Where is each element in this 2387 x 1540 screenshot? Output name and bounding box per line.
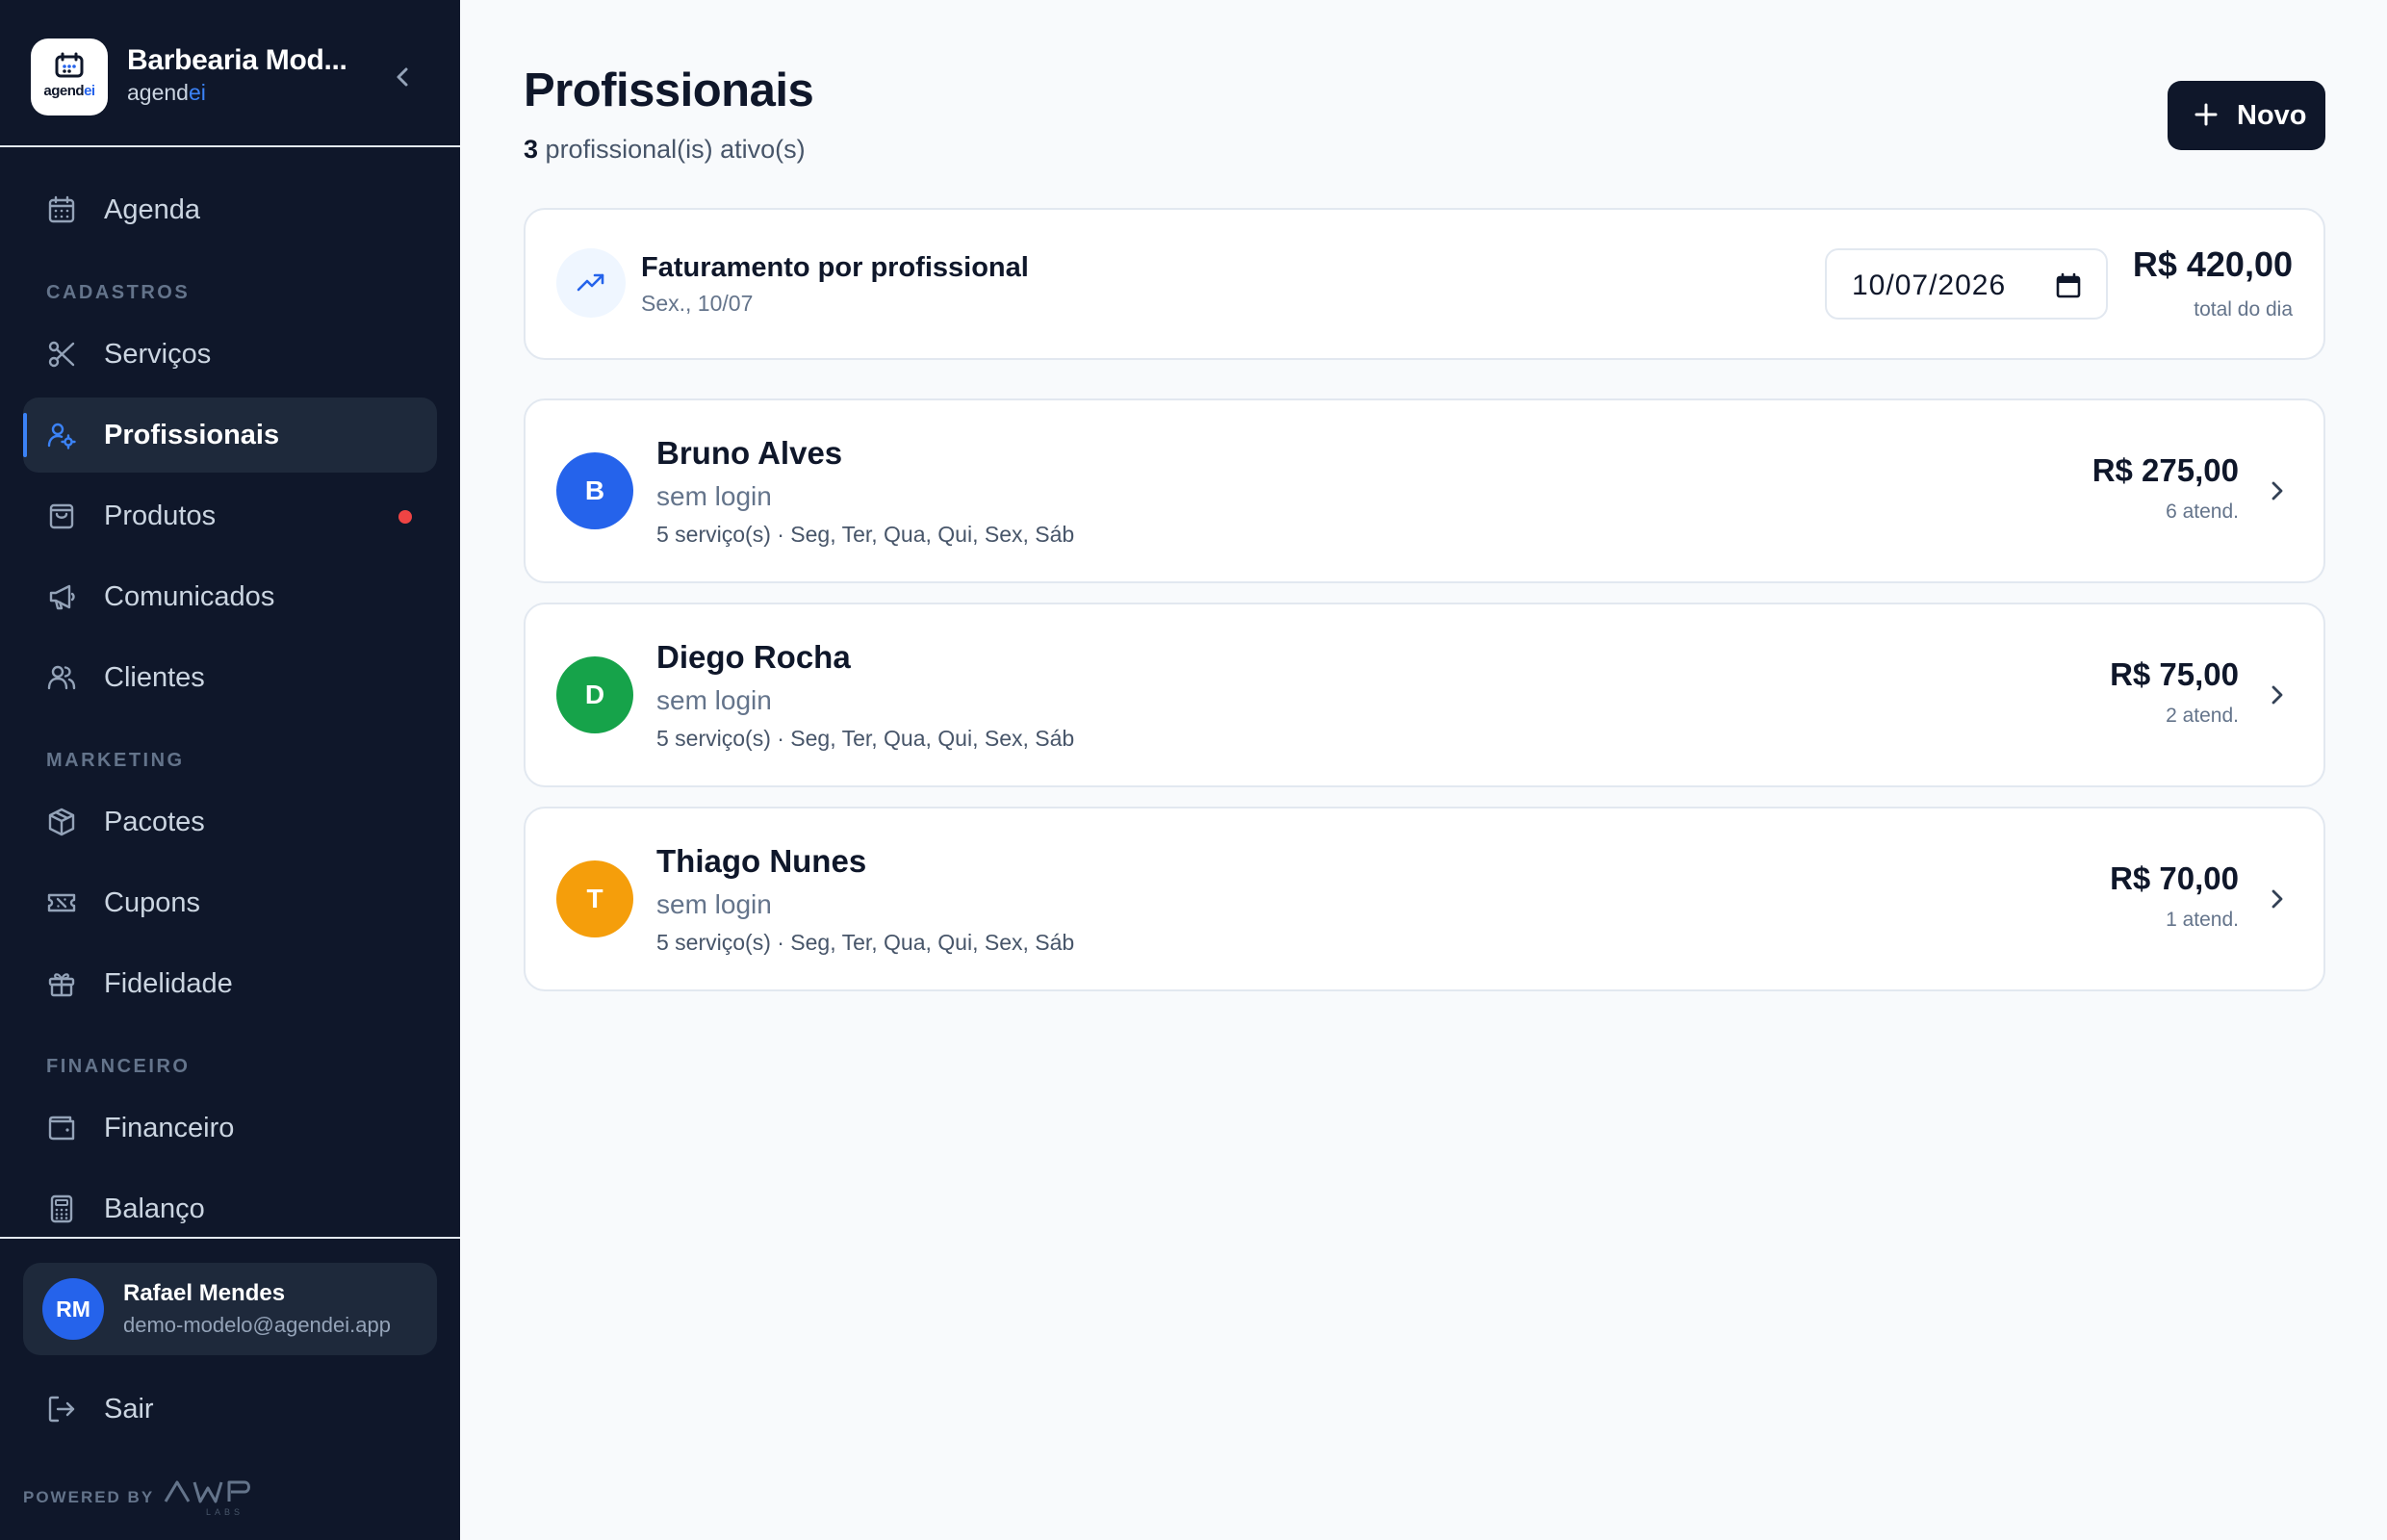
section-financeiro: FINANCEIRO — [46, 1056, 191, 1077]
page-title: Profissionais — [524, 64, 814, 116]
section-marketing: MARKETING — [46, 750, 185, 771]
shopping-bag-icon — [49, 503, 74, 529]
professional-revenue: R$ 75,00 — [2110, 656, 2239, 692]
revenue-total: R$ 420,00 — [2132, 244, 2293, 284]
gift-icon — [48, 973, 75, 997]
professional-card[interactable]: T Thiago Nunes sem login 5 serviço(s) · … — [524, 807, 2325, 991]
nav-item-financeiro[interactable]: Financeiro — [23, 1091, 437, 1166]
brand-subtitle: agendei — [127, 80, 206, 105]
nav-label: Pacotes — [104, 807, 205, 837]
package-icon — [48, 808, 75, 836]
professional-revenue: R$ 275,00 — [2092, 452, 2239, 488]
nav-label: Profissionais — [104, 420, 280, 450]
notification-dot — [398, 510, 412, 524]
plus-icon — [2194, 103, 2218, 126]
logout-button[interactable]: Sair — [23, 1373, 437, 1446]
nav-item-clientes[interactable]: Clientes — [23, 640, 437, 715]
professional-login-status: sem login — [656, 889, 772, 919]
nav-label: Balanço — [104, 1194, 205, 1224]
awp-labs-logo: LABS — [164, 1480, 250, 1517]
revenue-card: Faturamento por profissional Sex., 10/07… — [524, 208, 2325, 360]
page-subtitle: 3 profissional(is) ativo(s) — [524, 135, 806, 165]
calendar-picker-icon — [2056, 272, 2081, 298]
professional-appointments: 1 atend. — [2166, 909, 2239, 931]
nav-label: Comunicados — [104, 581, 275, 612]
avatar: RM — [42, 1278, 104, 1340]
nav-item-produtos[interactable]: Produtos — [23, 478, 437, 553]
revenue-title: Faturamento por profissional — [641, 252, 1029, 283]
calculator-icon — [50, 1194, 73, 1223]
professional-card[interactable]: B Bruno Alves sem login 5 serviço(s) · S… — [524, 398, 2325, 583]
nav-item-agenda[interactable]: Agenda — [23, 172, 437, 247]
user-cog-icon — [47, 423, 76, 449]
ticket-icon — [47, 893, 76, 912]
nav-item-balanco[interactable]: Balanço — [23, 1171, 437, 1246]
megaphone-icon — [49, 584, 75, 610]
professional-services-schedule: 5 serviço(s) · Seg, Ter, Qua, Qui, Sex, … — [656, 726, 1075, 751]
user-name: Rafael Mendes — [123, 1280, 286, 1306]
professional-name: Diego Rocha — [656, 639, 851, 675]
brand-logo: agendei — [31, 38, 108, 116]
nav-item-profissionais[interactable]: Profissionais — [23, 398, 437, 473]
nav-label: Agenda — [104, 194, 200, 225]
chevron-right-icon — [2272, 889, 2283, 909]
active-count: 3 — [524, 135, 539, 164]
nav-item-servicos[interactable]: Serviços — [23, 317, 437, 392]
sidebar-divider — [0, 1237, 460, 1239]
nav-label: Fidelidade — [104, 968, 233, 999]
professional-login-status: sem login — [656, 685, 772, 715]
section-cadastros: CADASTROS — [46, 282, 191, 303]
chevron-left-icon — [397, 67, 408, 87]
revenue-date-label: Sex., 10/07 — [641, 291, 754, 316]
date-value: 10/07/2026 — [1852, 270, 2007, 301]
calendar-icon — [48, 195, 75, 223]
nav-item-fidelidade[interactable]: Fidelidade — [23, 946, 437, 1021]
business-name: Barbearia Mod... — [127, 44, 347, 76]
active-count-label: profissional(is) ativo(s) — [545, 135, 806, 164]
sidebar: agendei Barbearia Mod... agendei Agenda … — [0, 0, 460, 1540]
avatar: T — [556, 860, 633, 937]
new-button-label: Novo — [2237, 100, 2307, 131]
professional-appointments: 6 atend. — [2166, 500, 2239, 523]
revenue-total-label: total do dia — [2194, 298, 2293, 321]
nav-item-comunicados[interactable]: Comunicados — [23, 559, 437, 634]
professional-services-schedule: 5 serviço(s) · Seg, Ter, Qua, Qui, Sex, … — [656, 930, 1075, 955]
nav-label: Produtos — [104, 500, 217, 531]
professional-login-status: sem login — [656, 481, 772, 511]
avatar: B — [556, 452, 633, 529]
user-profile-card[interactable]: RM Rafael Mendes demo-modelo@agendei.app — [23, 1263, 437, 1355]
log-out-icon — [48, 1396, 75, 1423]
users-icon — [47, 665, 76, 690]
nav-label: Cupons — [104, 887, 200, 918]
professional-appointments: 2 atend. — [2166, 705, 2239, 727]
scissors-icon — [48, 341, 75, 368]
wallet-icon — [48, 1116, 75, 1141]
nav-label: Serviços — [104, 339, 212, 370]
new-professional-button[interactable]: Novo — [2168, 81, 2325, 150]
professional-name: Thiago Nunes — [656, 843, 867, 879]
trending-up-icon — [577, 273, 604, 292]
nav-item-cupons[interactable]: Cupons — [23, 865, 437, 940]
professional-name: Bruno Alves — [656, 435, 843, 471]
nav-label: Financeiro — [104, 1113, 235, 1143]
brand-logo-wordmark: agendei — [43, 83, 95, 99]
date-picker-input[interactable]: 10/07/2026 — [1825, 248, 2108, 320]
nav-item-pacotes[interactable]: Pacotes — [23, 784, 437, 860]
powered-by-label: POWERED BY — [23, 1488, 155, 1506]
professional-card[interactable]: D Diego Rocha sem login 5 serviço(s) · S… — [524, 603, 2325, 787]
logout-label: Sair — [104, 1394, 154, 1424]
brand-header: agendei Barbearia Mod... agendei — [0, 0, 460, 147]
calendar-logo-icon — [55, 52, 84, 78]
professional-services-schedule: 5 serviço(s) · Seg, Ter, Qua, Qui, Sex, … — [656, 522, 1075, 547]
chevron-right-icon — [2272, 685, 2283, 705]
user-email: demo-modelo@agendei.app — [123, 1313, 391, 1337]
nav-label: Clientes — [104, 662, 205, 693]
chevron-right-icon — [2272, 481, 2283, 500]
active-indicator — [23, 413, 27, 457]
collapse-sidebar-button[interactable] — [387, 58, 418, 96]
svg-text:LABS: LABS — [206, 1507, 244, 1517]
professional-revenue: R$ 70,00 — [2110, 860, 2239, 896]
revenue-icon-badge — [556, 248, 626, 318]
avatar: D — [556, 656, 633, 733]
